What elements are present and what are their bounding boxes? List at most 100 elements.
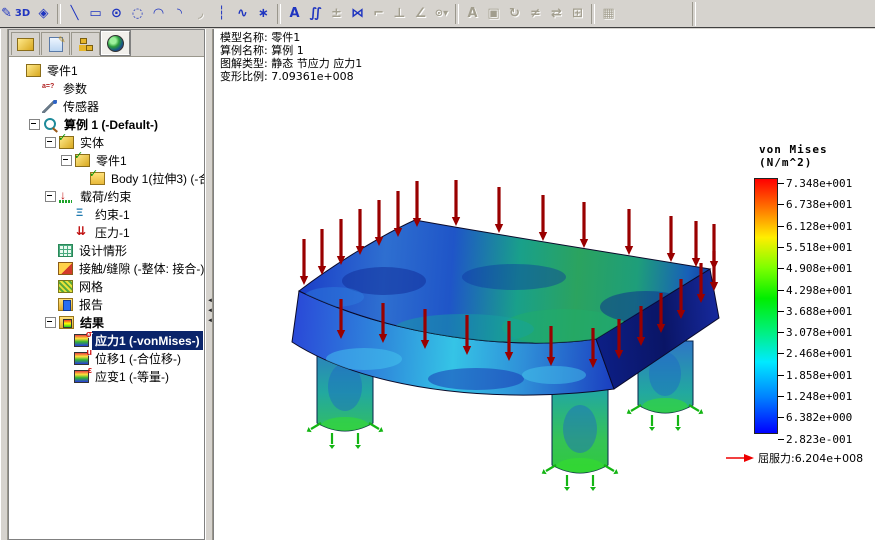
legend-tick-label: 1.858e+001 (786, 368, 853, 382)
rectangle-icon[interactable]: ▭ (85, 3, 106, 25)
tree-item-displacement-plot[interactable]: 位移1 (-合位移-) (9, 347, 204, 367)
spline-icon[interactable]: ∿ (232, 3, 253, 25)
sensors-icon (42, 99, 57, 113)
legend-tick (778, 225, 784, 227)
legend-tick-label: 3.078e+001 (786, 326, 853, 340)
tree-item-label: 应力1 (-vonMises-) (92, 330, 203, 350)
legend-tick (778, 183, 784, 184)
legend-tick (778, 332, 784, 334)
legend-tick (778, 353, 784, 355)
tab-propertymanager-icon (48, 35, 66, 52)
parameters-icon (42, 82, 57, 95)
tree-item-label: 约束-1 (95, 207, 130, 222)
tree-item-solid-part[interactable]: 零件1 (9, 149, 204, 169)
tree-item-strain-plot[interactable]: 应变1 (-等量-) (9, 365, 204, 385)
tree-item-label: 接触/缝隙 (-整体: 接合-) (79, 261, 205, 276)
tab-featuremanager[interactable] (11, 32, 40, 55)
tree-item-label: 参数 (63, 81, 88, 96)
legend-tick (778, 438, 784, 440)
legend-tick-label: 4.298e+001 (786, 283, 853, 297)
mirror-entities-icon[interactable]: ⋈ (347, 3, 368, 25)
legend-tick-label: 2.468e+001 (786, 347, 853, 361)
tree-item-loads[interactable]: 载荷/约束 (9, 187, 204, 205)
graphics-viewport[interactable]: 模型名称: 零件1 算例名称: 算例 1 图解类型: 静态 节应力 应力1 变形… (213, 29, 875, 540)
section-icon: ≠ (530, 6, 541, 21)
plot-annotation: 模型名称: 零件1 算例名称: 算例 1 图解类型: 静态 节应力 应力1 变形… (220, 31, 362, 83)
tree-item-mesh[interactable]: 网格 (9, 277, 204, 295)
expand-collapse-icon[interactable] (61, 154, 72, 166)
strain-plot-icon (74, 365, 92, 383)
results-icon (59, 315, 74, 329)
legend-tick (778, 246, 784, 248)
manager-tab-bar (9, 30, 204, 57)
tree-item-part[interactable]: 零件1 (9, 61, 204, 79)
expand-collapse-icon[interactable] (29, 118, 40, 130)
picture-icon: ▦ (602, 6, 615, 21)
yield-strength-row: 屈服力:6.204e+008 (726, 450, 863, 466)
tab-featuremanager-icon (17, 37, 34, 51)
tree-item-parameters[interactable]: 参数 (9, 79, 204, 97)
tab-configurationmanager-icon (79, 37, 93, 51)
line-icon[interactable]: ╲ (64, 3, 85, 25)
expand-collapse-icon[interactable] (45, 136, 56, 148)
legend-tick-label: 6.738e+001 (786, 198, 853, 212)
restraint-icon (74, 207, 89, 221)
tree-item-body[interactable]: Body 1(拉伸3) (-合 (9, 167, 205, 187)
sketch-icon[interactable]: ✎ (0, 3, 12, 25)
tree-item-label: 压力-1 (95, 225, 130, 240)
legend-tick (778, 310, 784, 312)
window-edge-strip (0, 29, 8, 540)
study-icon (43, 117, 58, 131)
tab-simulation-manager-icon (107, 34, 124, 52)
expand-collapse-icon[interactable] (45, 316, 56, 328)
perpendicular-relation-icon: ⊥ (393, 6, 406, 21)
point-icon[interactable]: ∗ (253, 3, 274, 25)
centerpoint-arc-icon[interactable]: ◠ (148, 3, 169, 25)
three-point-arc-icon: ◞ (197, 6, 204, 21)
tree-item-restraint[interactable]: 约束-1 (9, 205, 204, 223)
legend-tick (778, 396, 784, 397)
tree-item-label: 网格 (79, 279, 104, 294)
modify-sketch-icon[interactable]: ◈ (33, 3, 54, 25)
tree-item-label: 报告 (79, 297, 104, 312)
sketch-toolbar: ✎ 3D ◈ ╲ ▭ ⊙ ◌ ◠ ◝ ◞ ┆ ∿ ∗ A ∬ ± ⋈ ⌐ ⊥ ∠ ⊙▾ A ▣ ↻ ≠ ⇄ ⊞ ▦ (0, 0, 875, 28)
part-icon (26, 63, 41, 77)
tree-item-label: 位移1 (-合位移-) (95, 351, 181, 366)
legend-tick-label: 7.348e+001 (786, 177, 853, 190)
panel-splitter[interactable]: ◄ ◄ ◄ (205, 29, 213, 540)
tree-item-label: Body 1(拉伸3) (-合 (111, 171, 205, 186)
centerline-icon[interactable]: ┆ (211, 3, 232, 25)
tree-item-study[interactable]: 算例 1 (-Default-) (9, 115, 204, 133)
tree-item-results[interactable]: 结果 (9, 313, 204, 331)
toolbar-separator (57, 3, 61, 24)
sketch-text-icon[interactable]: A (284, 3, 305, 25)
tree-item-contact[interactable]: 接触/缝隙 (-整体: 接合-) (9, 259, 204, 277)
convert-entities-icon: ± (331, 6, 342, 21)
tree-item-solids[interactable]: 实体 (9, 131, 204, 151)
tangent-arc-icon[interactable]: ◝ (169, 3, 190, 25)
solids-icon (58, 131, 74, 149)
tree-item-pressure[interactable]: 压力-1 (9, 223, 204, 241)
stress-plot-icon (74, 329, 92, 347)
tree-item-design-scenario[interactable]: 设计情形 (9, 241, 204, 259)
sketch-fillet-icon: ⌐ (373, 6, 384, 21)
tree-item-stress-plot[interactable]: 应力1 (-vonMises-) (9, 329, 204, 350)
report-icon (58, 297, 73, 311)
sketch-3d-icon[interactable]: 3D (12, 3, 33, 25)
view-orientation-dropdown-icon: ⊙▾ (434, 8, 449, 19)
offset-entities-icon[interactable]: ∬ (305, 3, 326, 25)
legend-tick-label: 6.128e+001 (786, 219, 853, 233)
tree-item-sensors[interactable]: 传感器 (9, 97, 204, 115)
mesh-icon (58, 279, 73, 293)
tree-item-report[interactable]: 报告 (9, 295, 204, 313)
tab-propertymanager[interactable] (41, 32, 70, 55)
pattern-icon: ⊞ (572, 6, 583, 21)
annotation-study-name: 算例名称: 算例 1 (220, 44, 304, 57)
annotation-deformation-scale: 变形比例: 7.09361e+008 (220, 70, 354, 83)
ellipse-icon[interactable]: ◌ (127, 3, 148, 25)
tree-item-label: 应变1 (-等量-) (95, 369, 169, 384)
tab-configurationmanager[interactable] (71, 32, 100, 55)
tab-simulation-manager[interactable] (101, 31, 130, 55)
expand-collapse-icon[interactable] (45, 190, 56, 202)
circle-icon[interactable]: ⊙ (106, 3, 127, 25)
